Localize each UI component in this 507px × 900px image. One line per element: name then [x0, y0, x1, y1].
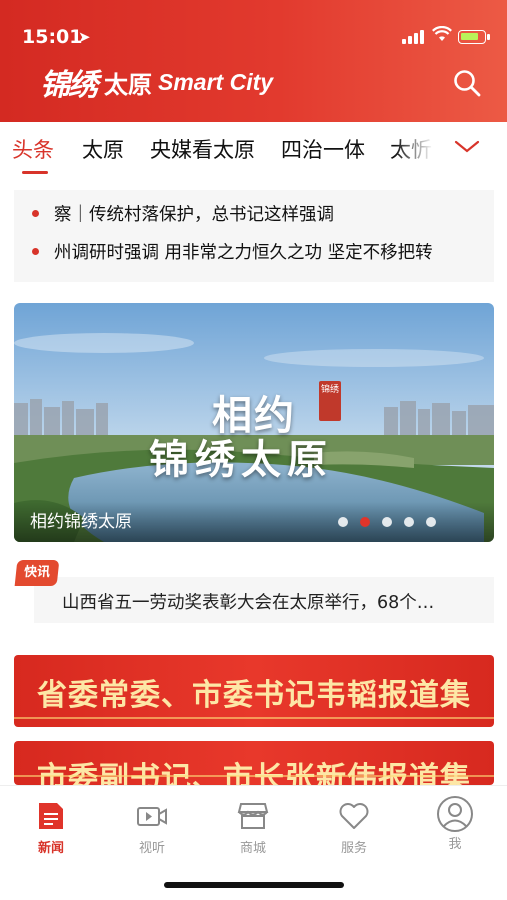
banner-caption: 相约锦绣太原: [30, 512, 132, 532]
carousel-dot[interactable]: [382, 517, 392, 527]
bullet-dot-icon: [32, 247, 39, 255]
logo-cn: 锦绣: [40, 68, 98, 103]
flash-news-tag: 快讯: [14, 560, 60, 586]
tabs-more-button[interactable]: [440, 122, 507, 174]
tab-headlines[interactable]: 头条: [12, 134, 54, 164]
active-tab-indicator: [22, 171, 48, 174]
cellular-signal-icon: [402, 30, 426, 44]
tabbar-label: 新闻: [37, 841, 64, 856]
wifi-icon: [432, 25, 452, 46]
category-tabs: 头条 太原 央媒看太原 四治一体 太忻: [0, 122, 507, 174]
app-header: 15:01 ➤ 锦绣 太原 Smart City: [0, 0, 507, 122]
app-logo: 锦绣 太原 Smart City: [40, 62, 274, 103]
bullet-dot-icon: [32, 209, 39, 217]
carousel-dot[interactable]: [404, 517, 414, 527]
location-arrow-icon: ➤: [78, 28, 91, 46]
home-indicator[interactable]: [164, 882, 344, 888]
video-icon: [137, 807, 167, 826]
logo-city: 太原: [104, 69, 152, 99]
battery-charging-icon: [458, 30, 490, 44]
tabbar-label: 服务: [340, 841, 367, 856]
heart-icon: [339, 803, 369, 829]
carousel-dot[interactable]: [426, 517, 436, 527]
store-icon: [237, 803, 269, 829]
banner-title-line2: 锦绣太原: [149, 436, 333, 483]
carousel-dot[interactable]: [338, 517, 348, 527]
carousel-dots: [338, 517, 436, 527]
promo-text: 省委常委、市委书记韦韬报道集: [37, 678, 471, 713]
tabbar-label: 商城: [239, 841, 266, 856]
logo-en: Smart City: [158, 68, 274, 95]
news-icon: [39, 803, 63, 829]
promo-banner-mayor[interactable]: 市委副书记、市长张新伟报道集: [14, 741, 494, 785]
tab-taiyuan[interactable]: 太原: [82, 134, 124, 164]
status-bar: 15:01 ➤: [0, 0, 507, 62]
tabbar-label: 我: [448, 837, 462, 852]
ticker-item[interactable]: 州调研时强调 用非常之力恒久之功 坚定不移把转: [14, 228, 494, 274]
promo-text: 市委副书记、市长张新伟报道集: [37, 761, 471, 785]
tab-central-media[interactable]: 央媒看太原: [150, 134, 255, 164]
tabbar-me[interactable]: 我: [420, 796, 490, 852]
tabbar-label: 视听: [138, 841, 165, 856]
tabbar-news[interactable]: 新闻: [16, 800, 86, 856]
tab-fade: [395, 122, 440, 174]
chevron-down-icon: [454, 140, 480, 153]
banner-carousel[interactable]: 相约 锦绣太原 锦绣 相约锦绣太原: [14, 303, 494, 542]
tab-four-governance[interactable]: 四治一体: [281, 134, 365, 164]
flash-news-text[interactable]: 山西省五一劳动奖表彰大会在太原举行，68个…: [62, 589, 434, 614]
ticker-text: 州调研时强调 用非常之力恒久之功 坚定不移把转: [54, 242, 433, 263]
search-icon[interactable]: [452, 68, 482, 98]
news-ticker: 察｜传统村落保护，总书记这样强调 州调研时强调 用非常之力恒久之功 坚定不移把转: [14, 190, 494, 282]
user-icon: [437, 796, 473, 832]
ticker-text: 察｜传统村落保护，总书记这样强调: [54, 204, 334, 225]
tabbar-video[interactable]: 视听: [117, 800, 187, 856]
seal-stamp: 锦绣: [319, 381, 341, 421]
tabbar-store[interactable]: 商城: [218, 800, 288, 856]
promo-banner-secretary[interactable]: 省委常委、市委书记韦韬报道集: [14, 655, 494, 727]
status-time: 15:01: [22, 26, 83, 48]
tabbar-service[interactable]: 服务: [319, 800, 389, 856]
carousel-dot-active[interactable]: [360, 517, 370, 527]
